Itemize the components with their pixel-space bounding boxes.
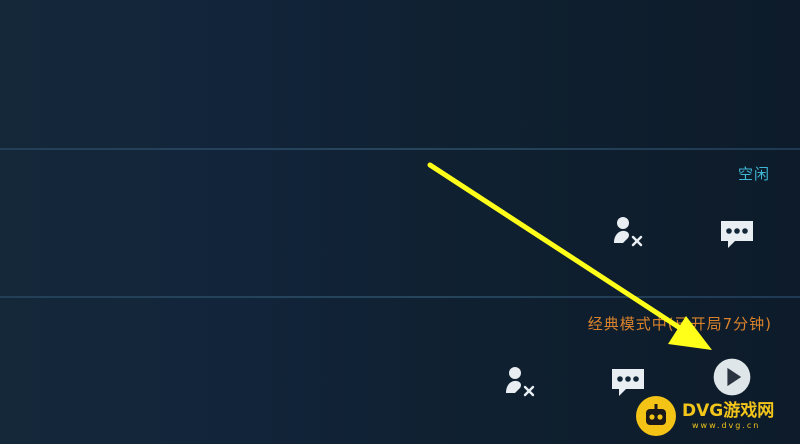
chat-icon bbox=[721, 221, 753, 248]
watermark-title: DVG游戏网 bbox=[682, 401, 775, 421]
watermark-subtitle: www.dvg.cn bbox=[692, 421, 761, 430]
watermark: DVG游戏网 www.dvg.cn bbox=[636, 394, 792, 438]
unfriend-button[interactable] bbox=[605, 210, 649, 254]
friend-status-idle: 空闲 bbox=[737, 165, 770, 183]
unfriend-button[interactable] bbox=[497, 360, 541, 404]
annotation-arrow bbox=[427, 162, 712, 350]
row-divider bbox=[0, 296, 800, 298]
robot-logo-icon bbox=[636, 396, 676, 436]
unfriend-icon bbox=[506, 367, 535, 397]
friend-list-panel: 空闲 经典模式中(已开局7分钟) DVG游戏网 www.dvg.cn bbox=[0, 0, 800, 444]
spectate-button[interactable] bbox=[710, 355, 754, 399]
chat-button[interactable] bbox=[715, 212, 759, 256]
unfriend-icon bbox=[614, 217, 643, 247]
friend-status-in-game: 经典模式中(已开局7分钟) bbox=[587, 315, 772, 333]
row-divider bbox=[0, 148, 800, 150]
